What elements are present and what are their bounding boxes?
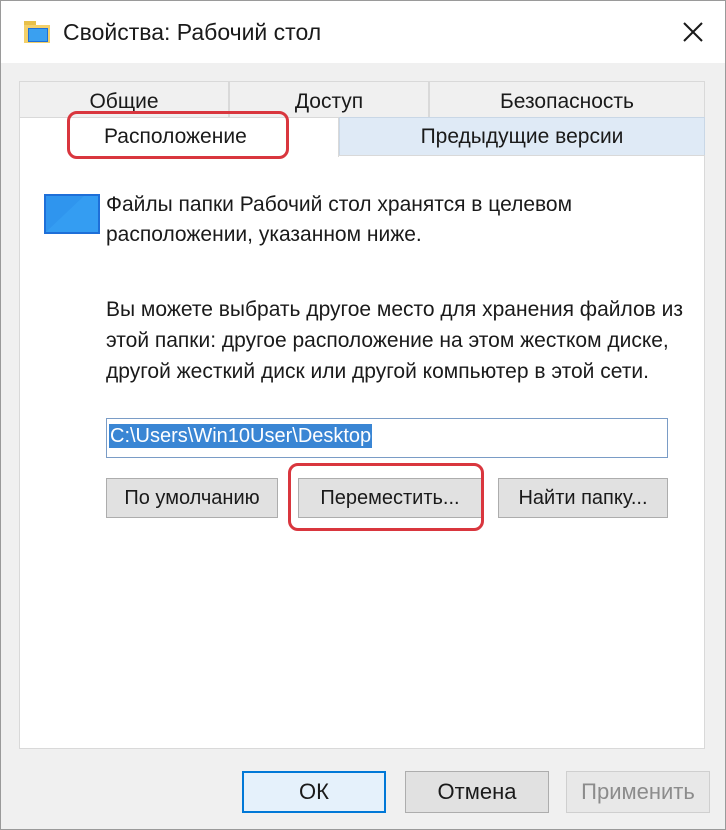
- properties-dialog: Свойства: Рабочий стол Общие Доступ Безо…: [0, 0, 726, 830]
- apply-button[interactable]: Применить: [566, 771, 710, 813]
- location-path-value: C:\Users\Win10User\Desktop: [109, 424, 373, 448]
- tab-general-label: Общие: [89, 90, 159, 113]
- window-title: Свойства: Рабочий стол: [63, 19, 322, 45]
- tab-location-label: Расположение: [104, 125, 247, 148]
- dialog-content: Общие Доступ Безопасность Расположение П…: [1, 63, 725, 829]
- location-path-input[interactable]: C:\Users\Win10User\Desktop: [106, 418, 668, 458]
- tab-access[interactable]: Доступ: [229, 81, 429, 121]
- location-tab-page: Файлы папки Рабочий стол хранятся в целе…: [19, 155, 705, 749]
- desktop-folder-icon: [44, 194, 100, 234]
- title-bar: Свойства: Рабочий стол: [1, 1, 725, 63]
- tab-general[interactable]: Общие: [19, 81, 229, 121]
- move-button[interactable]: Переместить...: [298, 478, 482, 518]
- tab-previous-versions-label: Предыдущие версии: [420, 125, 624, 148]
- cancel-button[interactable]: Отмена: [405, 771, 549, 813]
- ok-button[interactable]: ОК: [242, 771, 386, 813]
- location-hint: Вы можете выбрать другое место для хране…: [106, 298, 683, 383]
- location-description: Файлы папки Рабочий стол хранятся в целе…: [106, 193, 573, 246]
- tab-security-label: Безопасность: [500, 90, 634, 113]
- close-button[interactable]: [667, 7, 719, 57]
- tab-security[interactable]: Безопасность: [429, 81, 705, 121]
- find-target-button[interactable]: Найти папку...: [498, 478, 668, 518]
- restore-default-button[interactable]: По умолчанию: [106, 478, 278, 518]
- tab-access-label: Доступ: [294, 90, 364, 113]
- folder-icon: [24, 21, 50, 43]
- tab-location[interactable]: Расположение: [19, 117, 339, 157]
- tab-previous-versions[interactable]: Предыдущие версии: [339, 117, 705, 155]
- close-icon: [683, 22, 703, 42]
